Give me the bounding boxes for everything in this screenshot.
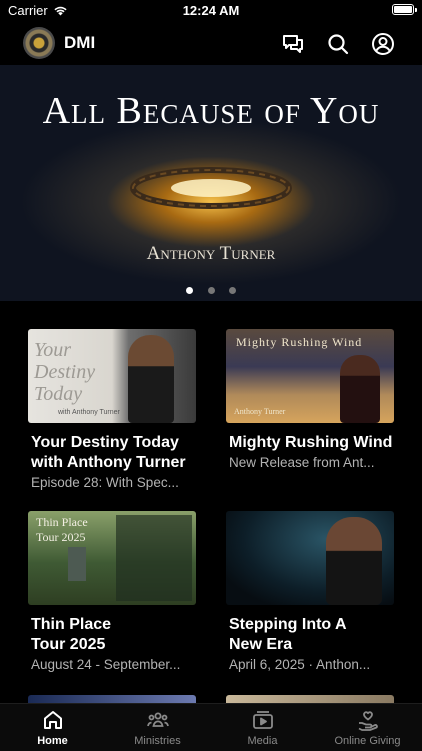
tab-label: Online Giving <box>334 735 401 747</box>
content-card-peek[interactable] <box>28 695 196 703</box>
search-icon[interactable] <box>326 32 350 56</box>
content-card[interactable]: Your Destiny Today with Anthony Turner Y… <box>28 329 196 490</box>
card-subtitle: August 24 - September... <box>31 657 181 672</box>
card-thumbnail: Thin Place Tour 2025 <box>28 511 196 605</box>
content-card[interactable]: Stepping Into A New Era April 6, 2025 · … <box>226 511 394 672</box>
thumbnail-text: Your Destiny Today <box>34 339 96 405</box>
thumbnail-caption: Tour 2025 <box>36 530 86 544</box>
tab-home[interactable]: Home <box>0 704 105 751</box>
top-navigation: DMI <box>0 22 422 65</box>
chat-icon[interactable] <box>281 32 305 56</box>
card-thumbnail: Your Destiny Today with Anthony Turner <box>28 329 196 423</box>
giving-icon <box>358 711 378 731</box>
thumbnail-text: Mighty Rushing Wind <box>236 335 363 349</box>
clock: 12:24 AM <box>182 3 240 18</box>
carousel-dot-3[interactable] <box>228 287 236 294</box>
speaker-photo <box>128 335 174 423</box>
ministry-logo[interactable] <box>23 27 55 59</box>
card-subtitle: Episode 28: With Spec... <box>31 475 179 490</box>
tab-online-giving[interactable]: Online Giving <box>315 704 420 751</box>
thumbnail-text: Thin Place Tour 2025 <box>36 515 88 545</box>
card-title: Your Destiny Today with Anthony Turner <box>31 434 186 471</box>
card-title: Stepping Into A New Era <box>229 616 347 653</box>
tab-media[interactable]: Media <box>210 704 315 751</box>
tab-label: Home <box>37 735 68 747</box>
thumbnail-caption: Anthony Turner <box>234 407 286 416</box>
singer-photo <box>340 355 380 423</box>
carousel-indicator[interactable] <box>0 281 422 299</box>
card-subtitle: New Release from Ant... <box>229 455 375 470</box>
battery-cap <box>415 8 417 12</box>
tab-ministries[interactable]: Ministries <box>105 704 210 751</box>
home-icon <box>43 711 62 729</box>
hero-banner[interactable]: All Because of You Anthony Turner <box>0 65 422 301</box>
church-graphic <box>68 547 86 581</box>
content-card[interactable]: Thin Place Tour 2025 Thin Place Tour 202… <box>28 511 196 672</box>
tab-label: Media <box>247 735 278 747</box>
card-thumbnail: Mighty Rushing Wind Anthony Turner <box>226 329 394 423</box>
card-subtitle: April 6, 2025 · Anthon... <box>229 657 371 672</box>
media-icon <box>252 711 273 729</box>
carousel-dot-1[interactable] <box>186 287 194 294</box>
card-thumbnail <box>226 511 394 605</box>
tour-dates-panel <box>116 515 192 601</box>
battery-icon <box>392 4 414 15</box>
status-bar: Carrier 12:24 AM <box>0 0 422 22</box>
card-title: Mighty Rushing Wind <box>229 434 393 451</box>
account-icon[interactable] <box>371 32 395 56</box>
app-title: DMI <box>64 33 96 52</box>
card-title: Thin Place Tour 2025 <box>31 616 112 653</box>
thumbnail-caption: with Anthony Turner <box>58 409 120 416</box>
people-icon <box>146 712 169 727</box>
carousel-dot-2[interactable] <box>207 287 215 294</box>
bottom-tab-bar: Home Ministries Media Online Giving <box>0 703 422 751</box>
speaker-photo <box>326 517 382 605</box>
crown-of-thorns-graphic <box>130 167 292 209</box>
content-card-peek[interactable] <box>226 695 394 703</box>
tab-label: Ministries <box>134 735 181 747</box>
thumbnail-title: Thin Place <box>36 515 88 529</box>
hero-title: All Because of You <box>42 90 380 132</box>
hero-author: Anthony Turner <box>146 243 276 264</box>
content-card[interactable]: Mighty Rushing Wind Anthony Turner Might… <box>226 329 394 470</box>
